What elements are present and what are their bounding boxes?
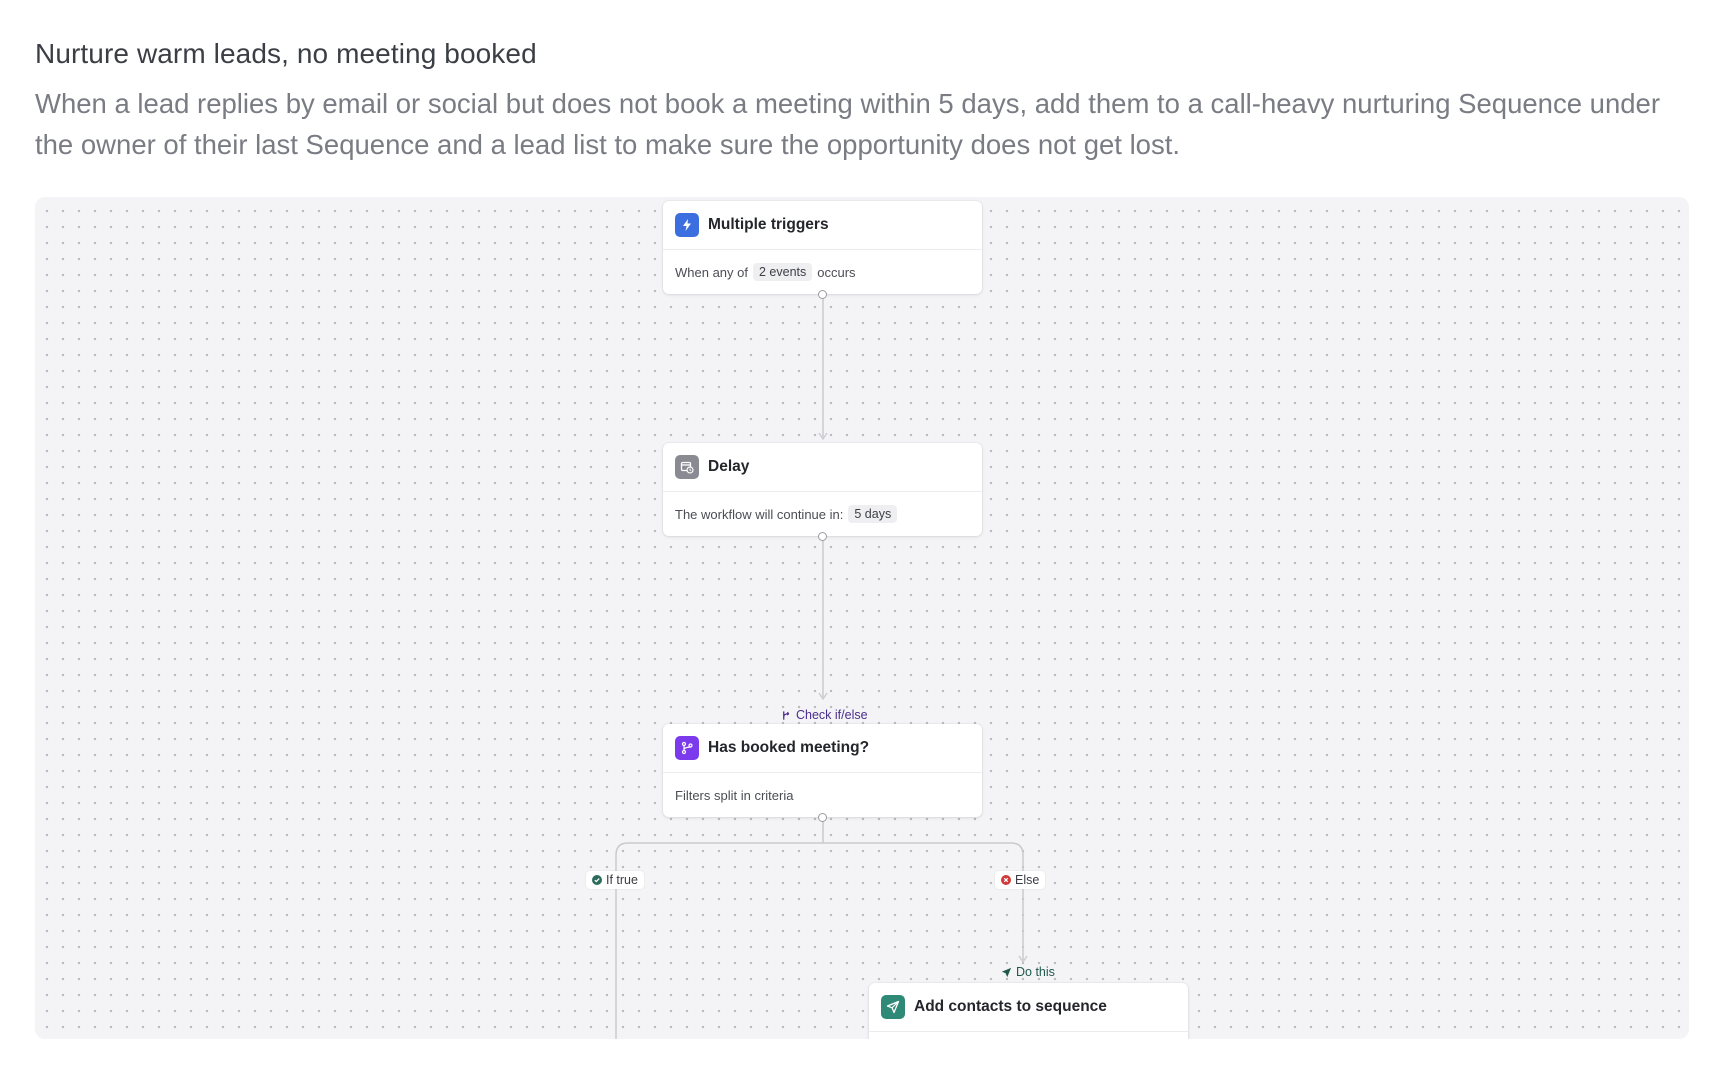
trigger-node-title: Multiple triggers: [708, 216, 829, 233]
do-this-label: Do this: [1001, 963, 1055, 981]
send-icon: [881, 995, 905, 1019]
if-true-branch-label[interactable]: If true: [586, 871, 644, 889]
workflow-canvas[interactable]: Multiple triggers When any of 2 events o…: [35, 197, 1689, 1039]
check-if-else-text: Check if/else: [796, 708, 868, 722]
check-circle-icon: [592, 875, 602, 885]
else-text: Else: [1015, 873, 1040, 887]
trigger-node[interactable]: Multiple triggers When any of 2 events o…: [663, 201, 982, 299]
trigger-node-body-suffix: occurs: [817, 264, 856, 280]
condition-node-body: Filters split in criteria: [675, 787, 794, 803]
action-node-title: Add contacts to sequence: [914, 998, 1107, 1015]
delay-output-handle[interactable]: [818, 532, 827, 541]
calendar-clock-icon: [675, 455, 699, 479]
delay-node-title: Delay: [708, 458, 750, 475]
page-description: When a lead replies by email or social b…: [35, 88, 1660, 160]
if-true-text: If true: [606, 873, 638, 887]
do-this-text: Do this: [1016, 965, 1055, 979]
delay-node[interactable]: Delay The workflow will continue in: 5 d…: [663, 443, 982, 541]
trigger-node-body-prefix: When any of: [675, 264, 748, 280]
workflow-edges: [615, 298, 1028, 1039]
condition-node[interactable]: Has booked meeting? Filters split in cri…: [663, 724, 982, 822]
condition-output-handle[interactable]: [818, 813, 827, 822]
trigger-output-handle[interactable]: [818, 290, 827, 299]
action-node[interactable]: Add contacts to sequence: [869, 983, 1188, 1039]
x-circle-icon: [1001, 875, 1011, 885]
send-small-icon: [1001, 967, 1012, 977]
branch-icon: [675, 736, 699, 760]
page-title: Nurture warm leads, no meeting booked: [35, 38, 537, 69]
else-branch-label[interactable]: Else: [995, 871, 1046, 889]
branch-small-icon: [783, 710, 790, 720]
trigger-events-pill[interactable]: 2 events: [753, 263, 813, 281]
delay-node-body-prefix: The workflow will continue in:: [675, 506, 844, 522]
lightning-icon: [675, 213, 699, 237]
delay-duration-pill[interactable]: 5 days: [848, 505, 898, 523]
check-if-else-label: Check if/else: [781, 706, 868, 724]
condition-node-title: Has booked meeting?: [708, 739, 870, 756]
